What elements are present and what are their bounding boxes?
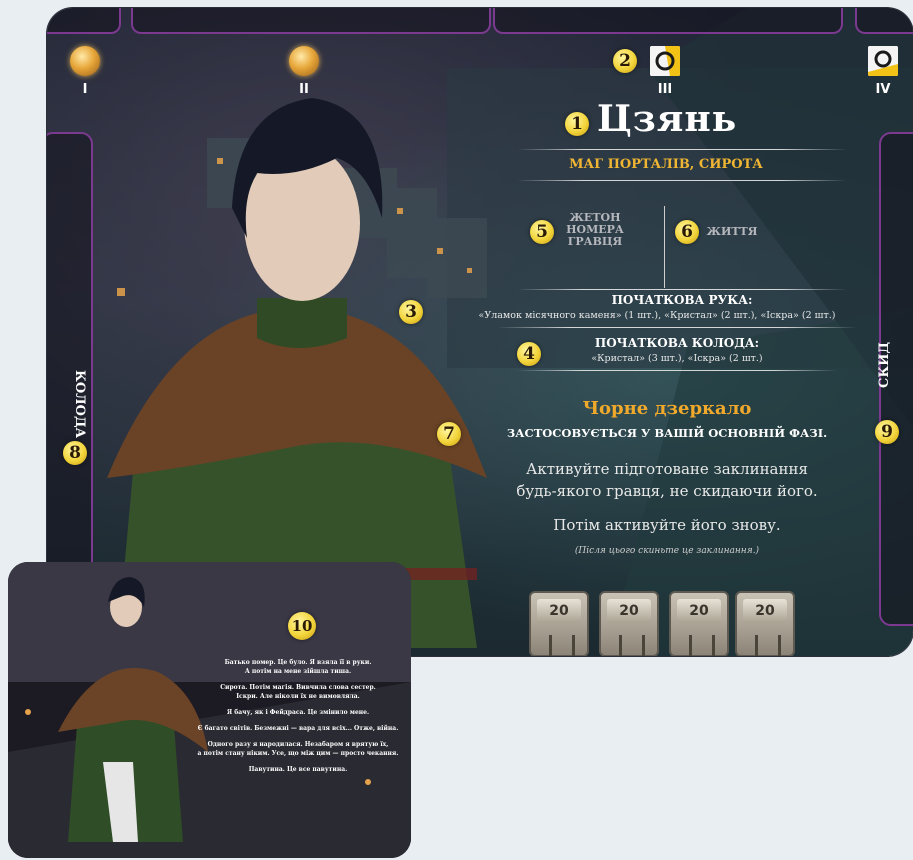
open-breach-icon-1 — [70, 46, 100, 76]
charge-face: 20 — [537, 599, 581, 623]
callout-1: 1 — [565, 112, 589, 136]
lore-line-1: Батько помер. Це було. Я взяла її в руки… — [224, 659, 372, 666]
charge-slot-3[interactable]: 20 — [669, 591, 729, 656]
callout-2: 2 — [613, 49, 637, 73]
mat-illustration — [107, 8, 913, 656]
callout-9: 9 — [875, 420, 899, 444]
discard-label: СКИД — [877, 341, 892, 388]
slot-tab-3 — [493, 8, 843, 34]
callout-10: 10 — [288, 612, 316, 640]
deck-label: КОЛОДА — [72, 370, 87, 439]
divider — [497, 327, 857, 328]
mage-subtitle: МАГ ПОРТАЛІВ, СИРОТА — [569, 157, 763, 172]
charge-face: 20 — [743, 599, 787, 623]
mage-name: Цзянь — [597, 98, 738, 140]
lore-line-7: Одного разу я народилася. Незабаром я вр… — [207, 741, 389, 748]
starting-deck-title: ПОЧАТКОВА КОЛОДА: — [594, 336, 760, 350]
divider — [517, 149, 847, 150]
divider — [517, 289, 847, 290]
starting-hand-text: «Уламок місячного каменя» (1 шт.), «Крис… — [478, 310, 836, 321]
token-divider — [664, 206, 665, 288]
starting-deck-text: «Кристал» (3 шт.), «Іскра» (2 шт.) — [591, 353, 763, 364]
breach-numeral-2: II — [299, 82, 309, 97]
divider — [517, 370, 837, 371]
lore-line-4: Іскри. Але ніколи їх не вимовляла. — [236, 693, 360, 700]
starting-hand-title: ПОЧАТКОВА РУКА: — [611, 293, 753, 307]
slot-tab-4 — [855, 8, 913, 34]
ability-note: (Після цього скиньте це заклинання.) — [574, 546, 760, 556]
callout-7: 7 — [437, 422, 461, 446]
lore-line-3: Сирота. Потім магія. Вивчила слова сесте… — [220, 684, 376, 691]
breach-numeral-3: III — [657, 82, 673, 97]
ability-text-3: Потім активуйте його знову. — [553, 516, 781, 534]
character-card-back: 10 Батько помер. Це було. Я взяла її в р… — [8, 562, 411, 858]
ability-text-2: будь-якого гравця, не скидаючи його. — [516, 482, 818, 500]
charge-slot-4[interactable]: 20 — [735, 591, 795, 656]
charge-slot-2[interactable]: 20 — [599, 591, 659, 656]
lore-line-8: а потім стану ніким. Усе, що між цим — п… — [197, 750, 399, 757]
player-mat: I II III IV 2 1 Цзянь МАГ ПОРТАЛІВ, СИРО… — [47, 8, 913, 656]
lore-line-2: А потім на мене зійшла тиша. — [244, 668, 352, 675]
slot-tab-1 — [47, 8, 121, 34]
charge-face: 20 — [607, 599, 651, 623]
lore-line-6: Є багато світів. Безмежні — вара для всі… — [197, 725, 399, 732]
open-breach-icon-2 — [289, 46, 319, 76]
closed-breach-icon-3 — [650, 46, 680, 76]
lore-line-5: Я бачу, як і Фейдраса. Це змінило мене. — [226, 709, 370, 716]
ability-timing: ЗАСТОСОВУЄТЬСЯ У ВАШІЙ ОСНОВНІЙ ФАЗІ. — [506, 426, 828, 440]
ability-text-1: Активуйте підготоване заклинання — [526, 460, 808, 478]
breach-numeral-4: IV — [875, 82, 891, 97]
charge-slot-1[interactable]: 20 — [529, 591, 589, 656]
callout-4: 4 — [517, 342, 541, 366]
callout-5: 5 — [530, 220, 554, 244]
player-token-label: ЖЕТОН НОМЕРА ГРАВЦЯ — [566, 211, 624, 248]
ability-name: Чорне дзеркало — [582, 398, 752, 419]
lore-line-9: Павутина. Це все павутина. — [248, 766, 348, 773]
divider — [517, 180, 847, 181]
slot-tab-2 — [131, 8, 491, 34]
callout-6: 6 — [675, 220, 699, 244]
breach-numeral-1: I — [82, 82, 88, 97]
life-label: ЖИТТЯ — [706, 225, 758, 238]
closed-breach-icon-4 — [868, 46, 898, 76]
charge-face: 20 — [677, 599, 721, 623]
callout-3: 3 — [399, 300, 423, 324]
callout-8: 8 — [63, 441, 87, 465]
